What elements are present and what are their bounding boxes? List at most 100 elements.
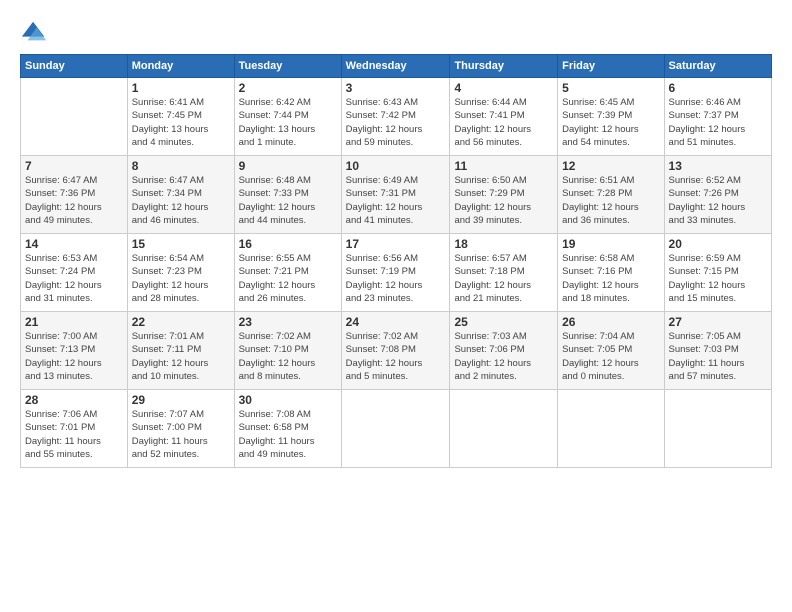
day-info: Sunrise: 6:47 AMSunset: 7:34 PMDaylight:… bbox=[132, 174, 230, 227]
day-number: 6 bbox=[669, 81, 767, 95]
day-number: 3 bbox=[346, 81, 446, 95]
page: SundayMondayTuesdayWednesdayThursdayFrid… bbox=[0, 0, 792, 612]
day-number: 7 bbox=[25, 159, 123, 173]
day-number: 8 bbox=[132, 159, 230, 173]
day-number: 23 bbox=[239, 315, 337, 329]
logo-icon bbox=[20, 18, 48, 46]
weekday-header-saturday: Saturday bbox=[664, 55, 771, 78]
calendar-table: SundayMondayTuesdayWednesdayThursdayFrid… bbox=[20, 54, 772, 468]
day-info: Sunrise: 6:51 AMSunset: 7:28 PMDaylight:… bbox=[562, 174, 659, 227]
calendar-cell: 11Sunrise: 6:50 AMSunset: 7:29 PMDayligh… bbox=[450, 156, 558, 234]
day-info: Sunrise: 6:50 AMSunset: 7:29 PMDaylight:… bbox=[454, 174, 553, 227]
weekday-header-wednesday: Wednesday bbox=[341, 55, 450, 78]
day-number: 14 bbox=[25, 237, 123, 251]
calendar-week-row: 14Sunrise: 6:53 AMSunset: 7:24 PMDayligh… bbox=[21, 234, 772, 312]
calendar-cell: 16Sunrise: 6:55 AMSunset: 7:21 PMDayligh… bbox=[234, 234, 341, 312]
day-number: 16 bbox=[239, 237, 337, 251]
calendar-cell: 1Sunrise: 6:41 AMSunset: 7:45 PMDaylight… bbox=[127, 78, 234, 156]
day-info: Sunrise: 6:52 AMSunset: 7:26 PMDaylight:… bbox=[669, 174, 767, 227]
day-info: Sunrise: 6:59 AMSunset: 7:15 PMDaylight:… bbox=[669, 252, 767, 305]
calendar-cell: 23Sunrise: 7:02 AMSunset: 7:10 PMDayligh… bbox=[234, 312, 341, 390]
calendar-week-row: 7Sunrise: 6:47 AMSunset: 7:36 PMDaylight… bbox=[21, 156, 772, 234]
day-number: 20 bbox=[669, 237, 767, 251]
calendar-cell: 2Sunrise: 6:42 AMSunset: 7:44 PMDaylight… bbox=[234, 78, 341, 156]
day-number: 17 bbox=[346, 237, 446, 251]
day-info: Sunrise: 6:55 AMSunset: 7:21 PMDaylight:… bbox=[239, 252, 337, 305]
day-info: Sunrise: 6:57 AMSunset: 7:18 PMDaylight:… bbox=[454, 252, 553, 305]
day-number: 29 bbox=[132, 393, 230, 407]
day-info: Sunrise: 7:00 AMSunset: 7:13 PMDaylight:… bbox=[25, 330, 123, 383]
day-number: 22 bbox=[132, 315, 230, 329]
calendar-cell: 27Sunrise: 7:05 AMSunset: 7:03 PMDayligh… bbox=[664, 312, 771, 390]
day-info: Sunrise: 6:58 AMSunset: 7:16 PMDaylight:… bbox=[562, 252, 659, 305]
day-info: Sunrise: 6:45 AMSunset: 7:39 PMDaylight:… bbox=[562, 96, 659, 149]
day-number: 18 bbox=[454, 237, 553, 251]
day-info: Sunrise: 7:07 AMSunset: 7:00 PMDaylight:… bbox=[132, 408, 230, 461]
calendar-cell: 10Sunrise: 6:49 AMSunset: 7:31 PMDayligh… bbox=[341, 156, 450, 234]
day-info: Sunrise: 7:08 AMSunset: 6:58 PMDaylight:… bbox=[239, 408, 337, 461]
day-info: Sunrise: 6:47 AMSunset: 7:36 PMDaylight:… bbox=[25, 174, 123, 227]
day-number: 13 bbox=[669, 159, 767, 173]
day-number: 27 bbox=[669, 315, 767, 329]
calendar-cell: 25Sunrise: 7:03 AMSunset: 7:06 PMDayligh… bbox=[450, 312, 558, 390]
weekday-header-tuesday: Tuesday bbox=[234, 55, 341, 78]
weekday-header-monday: Monday bbox=[127, 55, 234, 78]
day-number: 30 bbox=[239, 393, 337, 407]
day-info: Sunrise: 6:44 AMSunset: 7:41 PMDaylight:… bbox=[454, 96, 553, 149]
weekday-header-sunday: Sunday bbox=[21, 55, 128, 78]
day-number: 26 bbox=[562, 315, 659, 329]
calendar-cell: 3Sunrise: 6:43 AMSunset: 7:42 PMDaylight… bbox=[341, 78, 450, 156]
day-info: Sunrise: 7:05 AMSunset: 7:03 PMDaylight:… bbox=[669, 330, 767, 383]
day-number: 1 bbox=[132, 81, 230, 95]
day-number: 15 bbox=[132, 237, 230, 251]
calendar-cell: 6Sunrise: 6:46 AMSunset: 7:37 PMDaylight… bbox=[664, 78, 771, 156]
day-number: 24 bbox=[346, 315, 446, 329]
day-info: Sunrise: 6:48 AMSunset: 7:33 PMDaylight:… bbox=[239, 174, 337, 227]
calendar-cell bbox=[450, 390, 558, 468]
day-info: Sunrise: 6:43 AMSunset: 7:42 PMDaylight:… bbox=[346, 96, 446, 149]
calendar-cell: 8Sunrise: 6:47 AMSunset: 7:34 PMDaylight… bbox=[127, 156, 234, 234]
calendar-cell: 22Sunrise: 7:01 AMSunset: 7:11 PMDayligh… bbox=[127, 312, 234, 390]
calendar-cell bbox=[21, 78, 128, 156]
day-info: Sunrise: 6:53 AMSunset: 7:24 PMDaylight:… bbox=[25, 252, 123, 305]
day-number: 28 bbox=[25, 393, 123, 407]
header bbox=[20, 18, 772, 46]
day-info: Sunrise: 6:46 AMSunset: 7:37 PMDaylight:… bbox=[669, 96, 767, 149]
day-number: 25 bbox=[454, 315, 553, 329]
calendar-cell: 9Sunrise: 6:48 AMSunset: 7:33 PMDaylight… bbox=[234, 156, 341, 234]
day-number: 21 bbox=[25, 315, 123, 329]
day-number: 11 bbox=[454, 159, 553, 173]
day-info: Sunrise: 7:01 AMSunset: 7:11 PMDaylight:… bbox=[132, 330, 230, 383]
calendar-cell: 4Sunrise: 6:44 AMSunset: 7:41 PMDaylight… bbox=[450, 78, 558, 156]
calendar-cell bbox=[341, 390, 450, 468]
calendar-cell: 7Sunrise: 6:47 AMSunset: 7:36 PMDaylight… bbox=[21, 156, 128, 234]
calendar-week-row: 1Sunrise: 6:41 AMSunset: 7:45 PMDaylight… bbox=[21, 78, 772, 156]
day-number: 19 bbox=[562, 237, 659, 251]
calendar-cell: 19Sunrise: 6:58 AMSunset: 7:16 PMDayligh… bbox=[558, 234, 664, 312]
calendar-cell: 29Sunrise: 7:07 AMSunset: 7:00 PMDayligh… bbox=[127, 390, 234, 468]
day-info: Sunrise: 6:41 AMSunset: 7:45 PMDaylight:… bbox=[132, 96, 230, 149]
calendar-cell: 18Sunrise: 6:57 AMSunset: 7:18 PMDayligh… bbox=[450, 234, 558, 312]
day-info: Sunrise: 7:02 AMSunset: 7:10 PMDaylight:… bbox=[239, 330, 337, 383]
day-number: 5 bbox=[562, 81, 659, 95]
calendar-cell: 24Sunrise: 7:02 AMSunset: 7:08 PMDayligh… bbox=[341, 312, 450, 390]
calendar-week-row: 28Sunrise: 7:06 AMSunset: 7:01 PMDayligh… bbox=[21, 390, 772, 468]
calendar-cell: 21Sunrise: 7:00 AMSunset: 7:13 PMDayligh… bbox=[21, 312, 128, 390]
day-info: Sunrise: 6:56 AMSunset: 7:19 PMDaylight:… bbox=[346, 252, 446, 305]
calendar-cell: 28Sunrise: 7:06 AMSunset: 7:01 PMDayligh… bbox=[21, 390, 128, 468]
logo bbox=[20, 18, 52, 46]
calendar-cell: 14Sunrise: 6:53 AMSunset: 7:24 PMDayligh… bbox=[21, 234, 128, 312]
calendar-cell: 30Sunrise: 7:08 AMSunset: 6:58 PMDayligh… bbox=[234, 390, 341, 468]
calendar-cell: 5Sunrise: 6:45 AMSunset: 7:39 PMDaylight… bbox=[558, 78, 664, 156]
calendar-week-row: 21Sunrise: 7:00 AMSunset: 7:13 PMDayligh… bbox=[21, 312, 772, 390]
calendar-cell: 12Sunrise: 6:51 AMSunset: 7:28 PMDayligh… bbox=[558, 156, 664, 234]
day-info: Sunrise: 6:54 AMSunset: 7:23 PMDaylight:… bbox=[132, 252, 230, 305]
day-info: Sunrise: 7:06 AMSunset: 7:01 PMDaylight:… bbox=[25, 408, 123, 461]
calendar-cell: 26Sunrise: 7:04 AMSunset: 7:05 PMDayligh… bbox=[558, 312, 664, 390]
weekday-header-row: SundayMondayTuesdayWednesdayThursdayFrid… bbox=[21, 55, 772, 78]
day-info: Sunrise: 6:42 AMSunset: 7:44 PMDaylight:… bbox=[239, 96, 337, 149]
day-number: 4 bbox=[454, 81, 553, 95]
day-info: Sunrise: 7:02 AMSunset: 7:08 PMDaylight:… bbox=[346, 330, 446, 383]
calendar-cell bbox=[664, 390, 771, 468]
day-info: Sunrise: 7:03 AMSunset: 7:06 PMDaylight:… bbox=[454, 330, 553, 383]
